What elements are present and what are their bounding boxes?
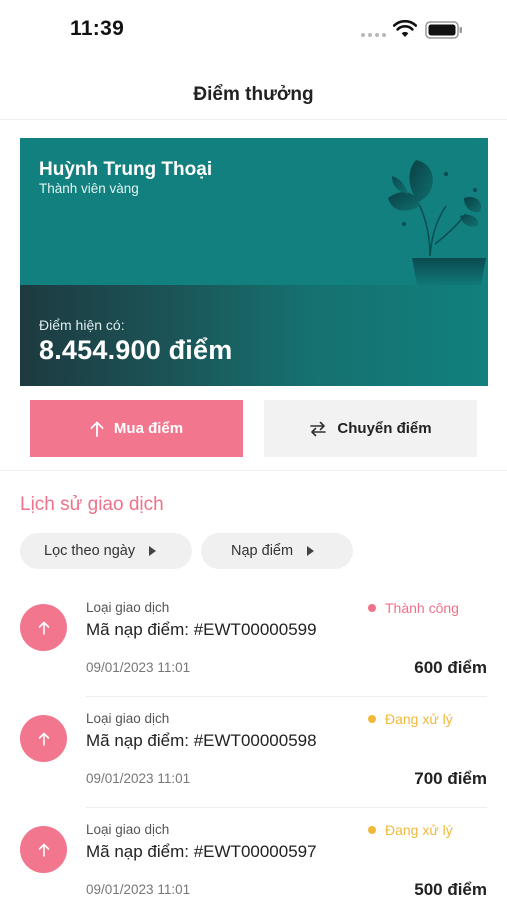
transaction-code: Mã nạp điểm: #EWT00000597 [86, 842, 317, 861]
history-title: Lịch sử giao dịch [20, 494, 164, 515]
status-badge: Đang xử lý [368, 822, 453, 838]
divider [86, 807, 487, 808]
app-header: Điểm thưởng [0, 72, 507, 120]
filter-by-date-label: Lọc theo ngày [44, 543, 136, 559]
transfer-points-button[interactable]: Chuyển điểm [264, 400, 477, 457]
transaction-amount: 700 điểm [414, 769, 487, 788]
buy-points-label: Mua điểm [113, 420, 184, 437]
status-text: Đang xử lý [385, 711, 453, 727]
transaction-date: 09/01/2023 11:01 [86, 660, 191, 675]
filter-type-chip[interactable]: Nạp điểm [201, 533, 353, 569]
arrow-up-icon [90, 421, 104, 437]
plant-decoration-icon [388, 160, 486, 290]
transaction-amount: 600 điểm [414, 658, 487, 677]
page-title: Điểm thưởng [193, 84, 314, 105]
status-dot [368, 604, 376, 612]
member-tier: Thành viên vàng [39, 181, 139, 196]
transaction-code: Mã nạp điểm: #EWT00000598 [86, 731, 317, 750]
caret-right-icon [149, 546, 157, 556]
transfer-points-label: Chuyển điểm [337, 420, 432, 437]
points-label: Điểm hiện có: [39, 317, 125, 333]
transaction-amount: 500 điểm [414, 880, 487, 899]
transaction-avatar [20, 604, 67, 651]
arrow-up-icon [38, 732, 49, 746]
transaction-date: 09/01/2023 11:01 [86, 771, 191, 786]
transaction-avatar [20, 826, 67, 873]
member-name: Huỳnh Trung Thoại [39, 159, 213, 180]
status-text: Thành công [385, 600, 459, 616]
transaction-type-label: Loại giao dịch [86, 711, 170, 726]
transaction-date: 09/01/2023 11:01 [86, 882, 191, 897]
filter-by-date-chip[interactable]: Lọc theo ngày [20, 533, 192, 569]
status-badge: Đang xử lý [368, 711, 453, 727]
arrow-up-icon [38, 621, 49, 635]
transaction-type-label: Loại giao dịch [86, 822, 170, 837]
points-panel: Điểm hiện có: 8.454.900 điểm [20, 285, 488, 386]
status-text: Đang xử lý [385, 822, 453, 838]
battery-icon [425, 21, 462, 39]
section-divider [0, 470, 507, 471]
caret-right-icon [307, 546, 315, 556]
status-badge: Thành công [368, 600, 459, 616]
transfer-arrows-icon [310, 421, 327, 436]
points-value: 8.454.900 điểm [39, 335, 233, 365]
status-dot [368, 715, 376, 723]
filter-type-label: Nạp điểm [231, 543, 294, 559]
wifi-icon [393, 20, 417, 37]
status-bar: 11:39 [0, 0, 507, 60]
arrow-up-icon [38, 843, 49, 857]
buy-points-button[interactable]: Mua điểm [30, 400, 243, 457]
transaction-code: Mã nạp điểm: #EWT00000599 [86, 620, 317, 639]
status-time: 11:39 [70, 17, 125, 40]
transaction-avatar [20, 715, 67, 762]
transaction-type-label: Loại giao dịch [86, 600, 170, 615]
transaction-item[interactable]: Loại giao dịch Mã nạp điểm: #EWT00000599… [0, 594, 507, 704]
member-card: Huỳnh Trung Thoại Thành viên vàng Điểm h… [20, 138, 488, 386]
divider [86, 696, 487, 697]
transaction-item[interactable]: Loại giao dịch Mã nạp điểm: #EWT00000597… [0, 816, 507, 900]
cellular-signal-icon [361, 33, 387, 39]
status-dot [368, 826, 376, 834]
transaction-item[interactable]: Loại giao dịch Mã nạp điểm: #EWT00000598… [0, 705, 507, 815]
